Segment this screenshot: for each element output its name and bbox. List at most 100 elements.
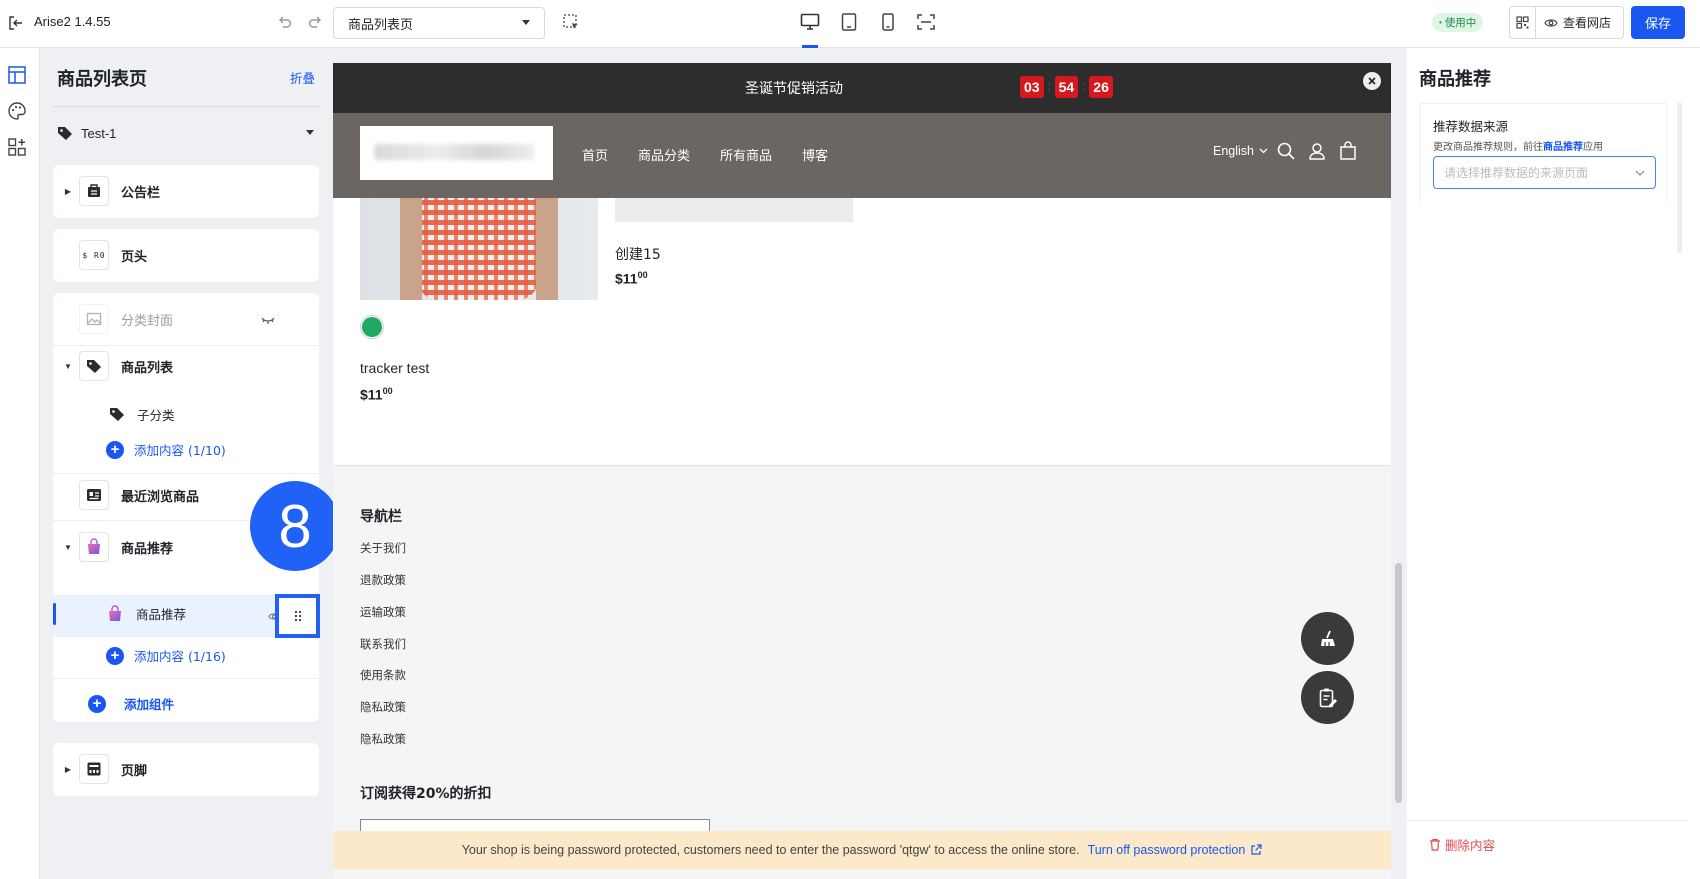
chevron-down-icon: [1259, 148, 1268, 154]
undo-button[interactable]: [276, 13, 294, 31]
tags-icon: [79, 351, 109, 381]
product-name[interactable]: tracker test: [360, 360, 429, 376]
footer-link[interactable]: 隐私政策: [360, 731, 406, 747]
caret-right-icon[interactable]: ▶: [61, 187, 75, 196]
floating-action-button-2[interactable]: [1301, 671, 1354, 724]
sections-tab[interactable]: [6, 64, 28, 86]
section-label: 商品列表: [121, 360, 174, 376]
floating-action-button-1[interactable]: [1301, 612, 1354, 665]
section-label: 分类封面: [121, 313, 174, 329]
add-content-button[interactable]: + 添加内容 (1/16): [53, 646, 319, 665]
price-cents: 00: [382, 386, 393, 396]
footer-link[interactable]: 使用条款: [360, 667, 406, 683]
store-footer: 导航栏 关于我们 退款政策 运输政策 联系我们 使用条款 隐私政策 隐私政策 订…: [333, 465, 1391, 879]
close-announcement-button[interactable]: [1363, 72, 1381, 90]
image-icon: [79, 304, 109, 334]
section-card-announcement[interactable]: ▶ 公告栏: [53, 165, 319, 218]
status-badge: • 使用中: [1432, 13, 1484, 32]
product-price: $1100: [360, 386, 393, 403]
section-row-product-list[interactable]: ▼ 商品列表: [53, 351, 319, 381]
caret-right-icon[interactable]: ▶: [61, 765, 75, 774]
store-logo[interactable]: [360, 126, 553, 180]
collapse-link[interactable]: 折叠: [290, 68, 315, 87]
app-title: Arise2 1.4.55: [34, 14, 111, 29]
recommend-app-link[interactable]: 商品推荐: [1543, 142, 1583, 153]
qr-code-button[interactable]: [1510, 7, 1536, 38]
account-button[interactable]: [1308, 142, 1326, 160]
chevron-down-icon: [1635, 170, 1645, 176]
turn-off-password-link[interactable]: Turn off password protection: [1088, 843, 1246, 857]
section-card-header[interactable]: $ R0 页头: [53, 229, 319, 282]
select-element-button[interactable]: [561, 12, 581, 32]
footer-nav-title: 导航栏: [360, 509, 402, 525]
divider: [53, 678, 319, 679]
cart-button[interactable]: [1339, 141, 1357, 160]
section-card-footer[interactable]: ▶ 页脚: [53, 743, 319, 796]
footer-link[interactable]: 退款政策: [360, 572, 406, 588]
footer-link[interactable]: 关于我们: [360, 540, 406, 556]
redo-icon: [308, 16, 321, 28]
view-store-button[interactable]: 查看网店: [1536, 14, 1611, 31]
theme-tab[interactable]: [6, 100, 28, 122]
page-select[interactable]: 商品列表页: [333, 7, 545, 39]
delete-content-label: 删除内容: [1445, 838, 1496, 853]
footer-link[interactable]: 联系我们: [360, 636, 406, 652]
eye-hidden-icon[interactable]: [261, 317, 275, 325]
add-content-label: 添加内容 (1/16): [134, 649, 226, 664]
preview-scrollbar-track[interactable]: [1391, 63, 1407, 879]
language-select[interactable]: English: [1213, 144, 1268, 158]
block-row-subcategory[interactable]: 子分类: [53, 405, 319, 424]
exit-icon: [9, 16, 22, 30]
add-content-button[interactable]: + 添加内容 (1/10): [53, 440, 319, 459]
footer-link[interactable]: 隐私政策: [360, 699, 406, 715]
top-toolbar: Arise2 1.4.55 商品列表页 • 使用中 查看网店 保存: [0, 0, 1700, 48]
nav-link-categories[interactable]: 商品分类: [638, 145, 690, 164]
divider: [53, 106, 319, 107]
shopping-bag-icon: [1340, 141, 1356, 160]
section-label: 商品推荐: [121, 541, 174, 557]
chevron-down-icon: [522, 20, 530, 25]
view-store-label: 查看网店: [1563, 16, 1612, 30]
step-badge-number: 8: [278, 492, 312, 560]
caret-down-icon[interactable]: ▼: [61, 543, 75, 552]
tablet-view-button[interactable]: [838, 11, 860, 33]
shopping-bag-icon: [109, 604, 121, 621]
page-select-value: 商品列表页: [348, 17, 414, 33]
section-row-category-cover[interactable]: 分类封面: [53, 304, 319, 334]
add-component-button[interactable]: + 添加组件: [53, 694, 319, 713]
price-value: $11: [615, 270, 638, 287]
add-apps-icon: [8, 138, 26, 156]
nav-link-home[interactable]: 首页: [582, 145, 608, 164]
product-image-placeholder[interactable]: [615, 198, 853, 222]
mobile-view-button[interactable]: [877, 11, 899, 33]
drag-handle[interactable]: [275, 594, 320, 638]
source-card: 推荐数据来源 更改商品推荐规则，前往商品推荐应用 请选择推荐数据的来源页面: [1419, 103, 1668, 203]
nav-link-all-products[interactable]: 所有商品: [720, 145, 772, 164]
product-image[interactable]: [360, 198, 598, 300]
desktop-view-button[interactable]: [799, 11, 821, 33]
eye-icon: [1544, 18, 1558, 27]
footer-icon: [79, 754, 109, 784]
tags-icon: [110, 408, 124, 421]
preview-scrollbar-thumb[interactable]: [1395, 563, 1402, 803]
exit-button[interactable]: [8, 12, 24, 34]
source-select[interactable]: 请选择推荐数据的来源页面: [1433, 156, 1656, 189]
caret-down-icon[interactable]: ▼: [61, 362, 75, 371]
fullscreen-button[interactable]: [915, 11, 937, 33]
apps-tab[interactable]: [6, 136, 28, 158]
search-button[interactable]: [1277, 142, 1295, 160]
save-button[interactable]: 保存: [1631, 6, 1685, 39]
section-label: 公告栏: [121, 185, 161, 201]
product-name[interactable]: 创建15: [615, 244, 661, 264]
template-select[interactable]: Test-1: [57, 118, 319, 148]
settings-scrollbar[interactable]: [1677, 103, 1682, 253]
delete-content-button[interactable]: 删除内容: [1429, 835, 1495, 854]
nav-link-blog[interactable]: 博客: [802, 145, 828, 164]
section-label: 页脚: [121, 763, 148, 779]
desktop-icon: [800, 13, 820, 30]
color-swatch[interactable]: [360, 315, 384, 339]
chevron-down-icon: [306, 130, 314, 135]
redo-button[interactable]: [306, 13, 324, 31]
footer-link[interactable]: 运输政策: [360, 604, 406, 620]
announcement-icon: [79, 176, 109, 206]
